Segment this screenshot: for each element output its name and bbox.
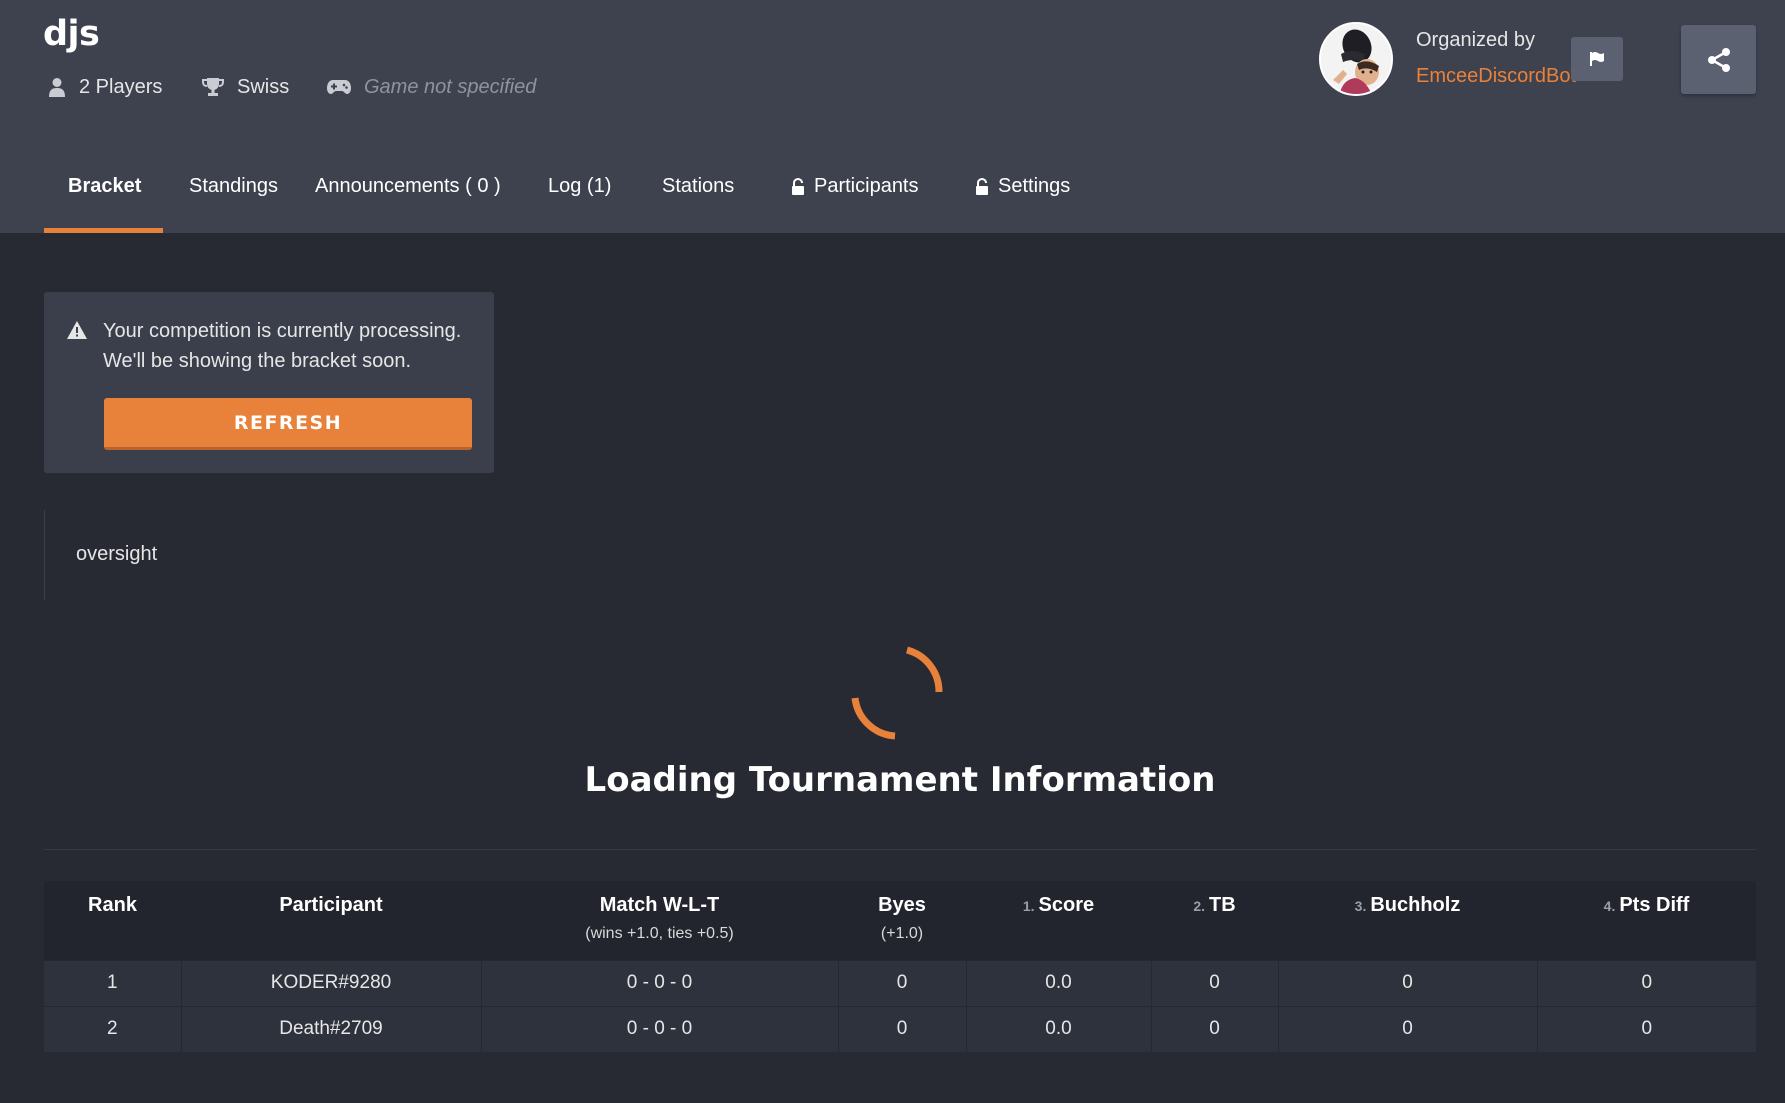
column-sublabel: (wins +1.0, ties +0.5) [585,925,734,942]
report-flag-button[interactable] [1571,37,1623,81]
tb-cell: 0 [1150,1005,1278,1052]
rank-cell: 2 [44,1005,181,1052]
score-cell: 0.0 [965,1005,1151,1052]
description-text: oversight [76,543,158,565]
tournament-title: djs [43,14,100,54]
tournament-format: Swiss [202,72,289,102]
organized-by-label: Organized by [1416,29,1535,51]
unlock-icon [792,177,804,195]
buchholz-cell: 0 [1277,959,1537,1006]
tb-cell: 0 [1150,959,1278,1006]
column-priority: 2. [1193,898,1205,914]
warning-icon [67,321,87,339]
tab-bracket[interactable]: Bracket [44,150,163,233]
tab-standings-label: Standings [189,175,278,197]
table-row: 2 Death#2709 0 - 0 - 0 0 0.0 0 0 0 [44,1005,1756,1052]
player-count-label: 2 Players [79,75,163,98]
column-label: TB [1209,894,1236,916]
processing-message-line2: We'll be showing the bracket soon. [103,350,412,372]
column-label: Score [1038,894,1095,916]
match-wlt-cell: 0 - 0 - 0 [480,959,838,1006]
column-priority: 3. [1354,898,1367,914]
column-label: Participant [279,894,383,916]
column-header-buchholz[interactable]: 3. Buchholz [1278,881,1537,960]
participant-cell: Death#2709 [180,1005,481,1052]
loading-heading: Loading Tournament Information [584,760,1216,800]
column-label: Match W-L-T [599,894,720,916]
tournament-format-label: Swiss [237,75,290,98]
column-label: Pts Diff [1619,894,1690,916]
game-name: Game not specified [327,72,536,102]
rank-cell: 1 [44,959,181,1006]
tab-settings[interactable]: Settings [948,150,1071,233]
column-sublabel: (+1.0) [880,925,924,942]
column-header-byes[interactable]: Byes (+1.0) [838,881,966,960]
standings-table: Rank Participant Match W-L-T (wins +1.0,… [44,881,1756,1052]
table-row: 1 KODER#9280 0 - 0 - 0 0 0.0 0 0 0 [44,959,1756,1006]
refresh-button[interactable]: REFRESH [104,398,472,450]
column-header-participant[interactable]: Participant [181,881,481,960]
share-icon [1707,47,1730,72]
share-button[interactable] [1681,25,1756,94]
column-priority: 4. [1603,898,1616,914]
tournament-description: oversight [44,510,644,600]
tab-stations[interactable]: Stations [643,150,767,233]
table-header-row: Rank Participant Match W-L-T (wins +1.0,… [44,881,1756,960]
tab-settings-label: Settings [998,175,1071,197]
tab-announcements[interactable]: Announcements ( 0 ) [302,150,532,233]
column-label: Byes [878,894,926,916]
tab-announcements-label: Announcements ( 0 ) [315,175,501,197]
column-header-rank[interactable]: Rank [44,881,181,960]
tab-participants-label: Participants [814,175,919,197]
participant-cell: KODER#9280 [180,959,481,1006]
tab-participants[interactable]: Participants [767,150,948,233]
processing-message: Your competition is currently processing… [103,316,483,376]
tab-log[interactable]: Log (1) [532,150,643,233]
match-wlt-cell: 0 - 0 - 0 [480,1005,838,1052]
byes-cell: 0 [837,1005,966,1052]
section-divider [44,849,1756,850]
player-count: 2 Players [48,72,162,102]
avatar-image [1321,24,1391,94]
flag-icon [1590,52,1604,66]
processing-notice: Your competition is currently processing… [44,292,494,473]
column-header-pts-diff[interactable]: 4. Pts Diff [1537,881,1756,960]
organizer-avatar[interactable] [1319,22,1393,96]
processing-message-line1: Your competition is currently processing… [103,320,462,342]
score-cell: 0.0 [965,959,1151,1006]
loading-spinner-icon [851,646,943,740]
tab-log-label: Log (1) [548,175,612,197]
pts-diff-cell: 0 [1536,1005,1756,1052]
column-priority: 1. [1022,898,1035,914]
pts-diff-cell: 0 [1536,959,1756,1006]
organizer-link[interactable]: EmceeDiscordBot [1416,65,1576,88]
column-header-score[interactable]: 1. Score [966,881,1151,960]
unlock-icon [976,177,988,195]
column-label: Rank [88,894,137,916]
tab-stations-label: Stations [662,175,735,197]
game-name-label: Game not specified [364,75,537,98]
user-icon [49,78,65,97]
trophy-icon [202,78,224,96]
buchholz-cell: 0 [1277,1005,1537,1052]
tab-bracket-label: Bracket [68,175,142,197]
column-label: Buchholz [1370,894,1461,916]
byes-cell: 0 [837,959,966,1006]
column-header-tb[interactable]: 2. TB [1151,881,1278,960]
tournament-tabs: Bracket Standings Announcements ( 0 ) Lo… [44,150,1071,233]
tab-standings[interactable]: Standings [163,150,302,233]
tournament-header: djs 2 Players Swiss Game not specified O… [0,0,1785,233]
column-header-match-wlt[interactable]: Match W-L-T (wins +1.0, ties +0.5) [481,881,838,960]
gamepad-icon [327,80,351,94]
